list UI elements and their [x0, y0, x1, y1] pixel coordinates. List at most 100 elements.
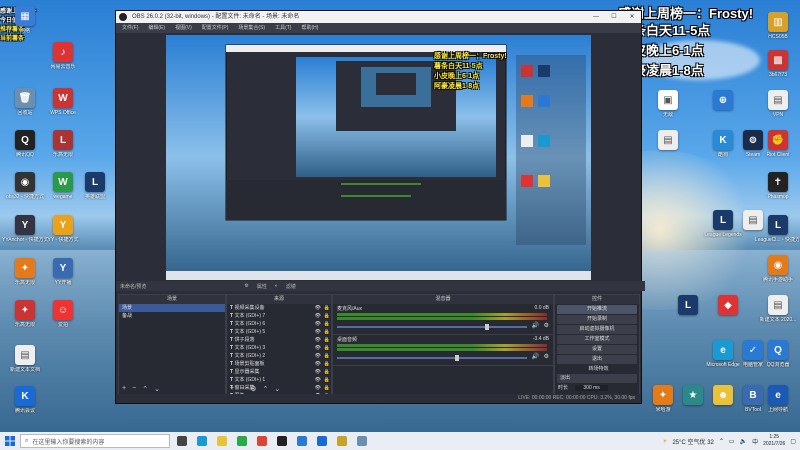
source-item[interactable]: T 饼子段落 👁 🔒 [227, 336, 331, 344]
control-button[interactable]: 退出 [557, 355, 637, 364]
menu-item[interactable]: 帮助(H) [301, 23, 318, 33]
eye-icon[interactable]: 👁 [315, 320, 321, 328]
desktop-icon[interactable]: K 腾讯会议 [2, 386, 48, 414]
lock-icon[interactable]: 🔒 [324, 376, 330, 384]
lock-icon[interactable]: 🔒 [324, 368, 330, 376]
gear-icon[interactable]: ⚙ [250, 385, 256, 393]
desktop-icon[interactable]: ▥ HCS05B [755, 12, 800, 40]
chevron-up-icon[interactable]: ⌃ [719, 438, 724, 445]
maximize-icon[interactable]: ☐ [605, 11, 623, 23]
desktop-icon[interactable]: W WPS Office [40, 88, 86, 116]
desktop-icon[interactable]: ▣ 无敌 [645, 90, 691, 118]
start-button[interactable] [0, 432, 20, 450]
clock[interactable]: 1:25 2021/7/26 [763, 434, 785, 448]
desktop-icon[interactable]: ▤ 新建文本文档 [2, 345, 48, 373]
lock-icon[interactable]: 🔒 [324, 320, 330, 328]
taskbar-app-obs[interactable] [274, 433, 290, 449]
volume-slider-handle[interactable] [485, 324, 490, 330]
remove-icon[interactable]: − [240, 385, 244, 393]
desktop-icon[interactable]: ◉ 腾讯手游助手 [755, 255, 800, 283]
obs-window[interactable]: OBS 26.0.2 (32-bit, windows) - 配置文件: 未命名… [115, 10, 645, 404]
scene-item[interactable]: 场景 [119, 304, 225, 312]
taskbar-app-league[interactable] [334, 433, 350, 449]
eye-icon[interactable]: 👁 [315, 368, 321, 376]
control-button[interactable]: 开始录制 [557, 315, 637, 324]
up-icon[interactable]: ⌃ [142, 385, 148, 393]
ime-icon[interactable]: 中 [752, 437, 758, 446]
down-icon[interactable]: ⌄ [274, 385, 280, 393]
up-icon[interactable]: ⌃ [262, 385, 268, 393]
source-item[interactable]: T 文本 (GDI+) 6 👁 🔒 [227, 320, 331, 328]
transition-select[interactable]: 淡出 [557, 374, 637, 383]
desktop-icon[interactable]: ◆ [705, 295, 751, 317]
eye-icon[interactable]: 👁 [315, 328, 321, 336]
taskbar-app-chrome[interactable] [254, 433, 270, 449]
weather-text[interactable]: 25°C 空气优 32 [672, 437, 713, 446]
eye-icon[interactable]: 👁 [315, 336, 321, 344]
control-button[interactable]: 工作室模式 [557, 335, 637, 344]
menu-item[interactable]: 配置文件(P) [202, 23, 229, 33]
source-item[interactable]: T 文本 (GDI+) 3 👁 🔒 [227, 344, 331, 352]
taskbar-app-edge[interactable] [194, 433, 210, 449]
menu-item[interactable]: 工具(T) [275, 23, 291, 33]
desktop-icon[interactable]: B BVTool [730, 385, 776, 413]
taskbar-app-file-explorer[interactable] [214, 433, 230, 449]
volume-slider[interactable] [337, 326, 527, 328]
source-item[interactable]: T 场景剪贴面板 👁 🔒 [227, 360, 331, 368]
obs-preview[interactable]: 感谢上周榜一：Frosty! 薯条白天11-5点 小皮晚上6-1点 阿豪凌晨1-8点 [166, 35, 591, 280]
lock-icon[interactable]: 🔒 [324, 344, 330, 352]
lock-icon[interactable]: 🔒 [324, 312, 330, 320]
source-item[interactable]: T 文本 (GDI+) 2 👁 🔒 [227, 352, 331, 360]
taskbar-app-task-view[interactable] [174, 433, 190, 449]
eye-icon[interactable]: 👁 [315, 304, 321, 312]
lock-icon[interactable]: 🔒 [324, 384, 330, 392]
lock-icon[interactable]: 🔒 [324, 304, 330, 312]
desktop-icon[interactable]: ▤ [645, 130, 691, 152]
desktop-icon[interactable]: ▩ 3b67f73 [755, 50, 800, 78]
menu-item[interactable]: 编辑(E) [148, 23, 165, 33]
taskbar-app-wechat[interactable] [234, 433, 250, 449]
menu-item[interactable]: 文件(F) [122, 23, 138, 33]
source-item[interactable]: T 显示器采集 👁 🔒 [227, 368, 331, 376]
down-icon[interactable]: ⌄ [154, 385, 160, 393]
control-button[interactable]: 开始推流 [557, 305, 637, 314]
source-item[interactable]: T 视频采集设备 👁 🔒 [227, 304, 331, 312]
menu-item[interactable]: 视图(V) [175, 23, 192, 33]
desktop-icon[interactable]: L 乐高无限 [40, 130, 86, 158]
lock-icon[interactable]: 🔒 [324, 328, 330, 336]
gear-icon[interactable]: ⚙ [544, 322, 549, 329]
source-item[interactable]: T 文本 (GDI+) 1 👁 🔒 [227, 376, 331, 384]
add-icon[interactable]: + [122, 385, 126, 393]
close-icon[interactable]: ✕ [623, 11, 641, 23]
control-button[interactable]: 启动虚拟摄像机 [557, 325, 637, 334]
eye-icon[interactable]: 👁 [315, 376, 321, 384]
desktop-icon[interactable]: ⊕ [700, 90, 746, 112]
remove-icon[interactable]: − [132, 385, 136, 393]
taskbar-app-notepad[interactable] [354, 433, 370, 449]
volume-slider-handle[interactable] [454, 355, 459, 361]
obs-titlebar[interactable]: OBS 26.0.2 (32-bit, windows) - 配置文件: 未命名… [116, 11, 641, 23]
taskbar-app-qq[interactable] [294, 433, 310, 449]
control-button[interactable]: 设置 [557, 345, 637, 354]
desktop-icon[interactable]: Y YY - 快捷方式 [40, 215, 86, 243]
desktop-icon[interactable]: ✝ Phasmop [755, 172, 800, 200]
desktop-icon[interactable]: L 英雄联盟 [72, 172, 118, 200]
desktop-icon[interactable]: ☺ 爱拍 [40, 300, 86, 328]
properties-button[interactable]: 属性 [257, 283, 267, 290]
add-icon[interactable]: + [230, 385, 234, 393]
menu-item[interactable]: 场景集合(S) [238, 23, 265, 33]
volume-icon[interactable]: 🔈 [740, 438, 747, 445]
minimize-icon[interactable]: — [587, 11, 605, 23]
desktop-icon[interactable]: ▦ 网络 [2, 6, 48, 34]
eye-icon[interactable]: 👁 [315, 384, 321, 392]
gear-icon[interactable]: ⚙ [544, 353, 549, 360]
desktop-icon[interactable]: ▤ VPN [755, 90, 800, 118]
gear-icon[interactable]: ⚙ [244, 283, 248, 289]
speaker-icon[interactable]: 🔊 [532, 353, 539, 360]
scene-item[interactable]: 备战 [119, 312, 225, 320]
desktop-icon[interactable]: K 酷狗 [700, 130, 746, 158]
desktop-icon[interactable]: ▤ [730, 210, 776, 232]
desktop-icon[interactable]: ♪ 网易云音乐 [40, 42, 86, 70]
lock-icon[interactable]: 🔒 [324, 360, 330, 368]
lock-icon[interactable]: 🔒 [324, 352, 330, 360]
